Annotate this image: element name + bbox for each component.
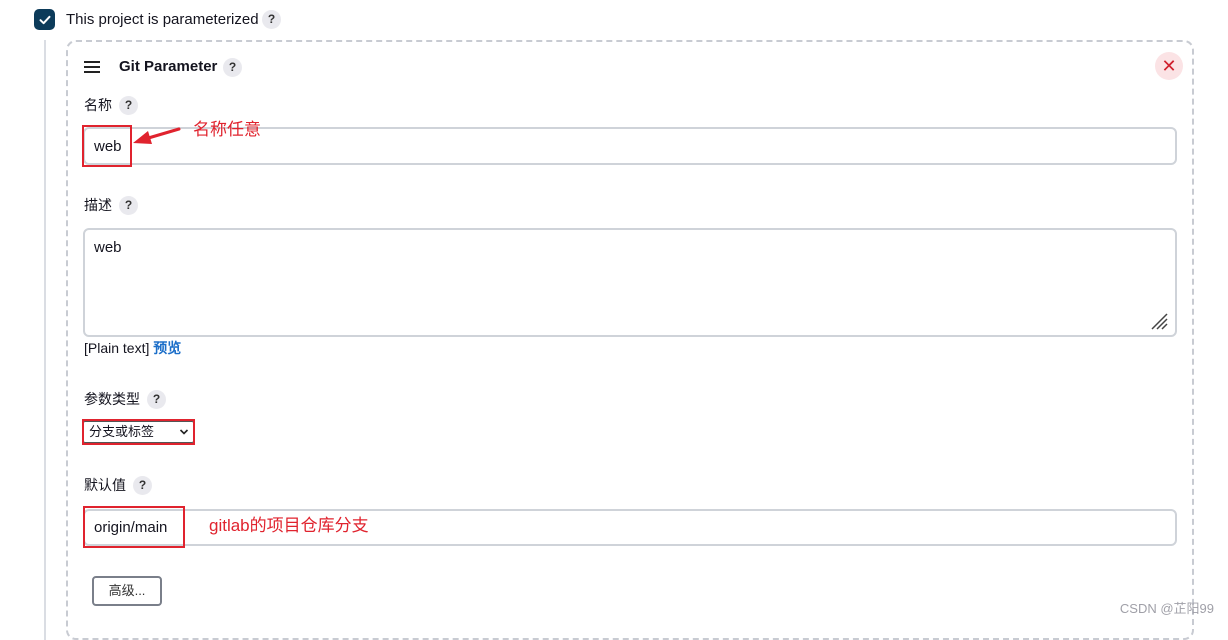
close-icon[interactable]: ✕ — [1155, 52, 1183, 80]
resize-handle-icon[interactable] — [1149, 311, 1169, 331]
branch-annotation: gitlab的项目仓库分支 — [209, 516, 369, 535]
parameterized-label: This project is parameterized — [66, 11, 259, 28]
nesting-line — [44, 40, 46, 640]
description-label: 描述 — [84, 197, 112, 213]
parameterized-checkbox[interactable] — [34, 9, 55, 30]
plain-text-note: [Plain text] 预览 — [84, 339, 181, 357]
annotation-arrow-icon — [133, 127, 181, 144]
help-icon[interactable]: ? — [262, 10, 281, 29]
name-highlight-box — [82, 125, 132, 167]
help-icon[interactable]: ? — [119, 196, 138, 215]
drag-handle-icon[interactable] — [84, 61, 100, 73]
help-icon[interactable]: ? — [119, 96, 138, 115]
description-text: web — [94, 239, 122, 256]
help-icon[interactable]: ? — [133, 476, 152, 495]
default-value-label: 默认值 — [84, 477, 126, 493]
advanced-button[interactable]: 高级... — [92, 576, 162, 606]
plain-text-label: [Plain text] — [84, 340, 150, 356]
watermark: CSDN @芷阳99 — [1119, 601, 1214, 616]
preview-link[interactable]: 预览 — [153, 340, 181, 356]
git-parameter-title: Git Parameter — [119, 58, 218, 75]
param-type-highlight-box — [82, 419, 195, 445]
default-value-highlight-box — [83, 506, 185, 548]
name-annotation: 名称任意 — [193, 120, 261, 139]
name-label: 名称 — [84, 97, 112, 113]
help-icon[interactable]: ? — [223, 58, 242, 77]
description-textarea[interactable]: web — [83, 228, 1177, 337]
check-icon — [39, 15, 50, 24]
help-icon[interactable]: ? — [147, 390, 166, 409]
param-type-label: 参数类型 — [84, 391, 140, 407]
